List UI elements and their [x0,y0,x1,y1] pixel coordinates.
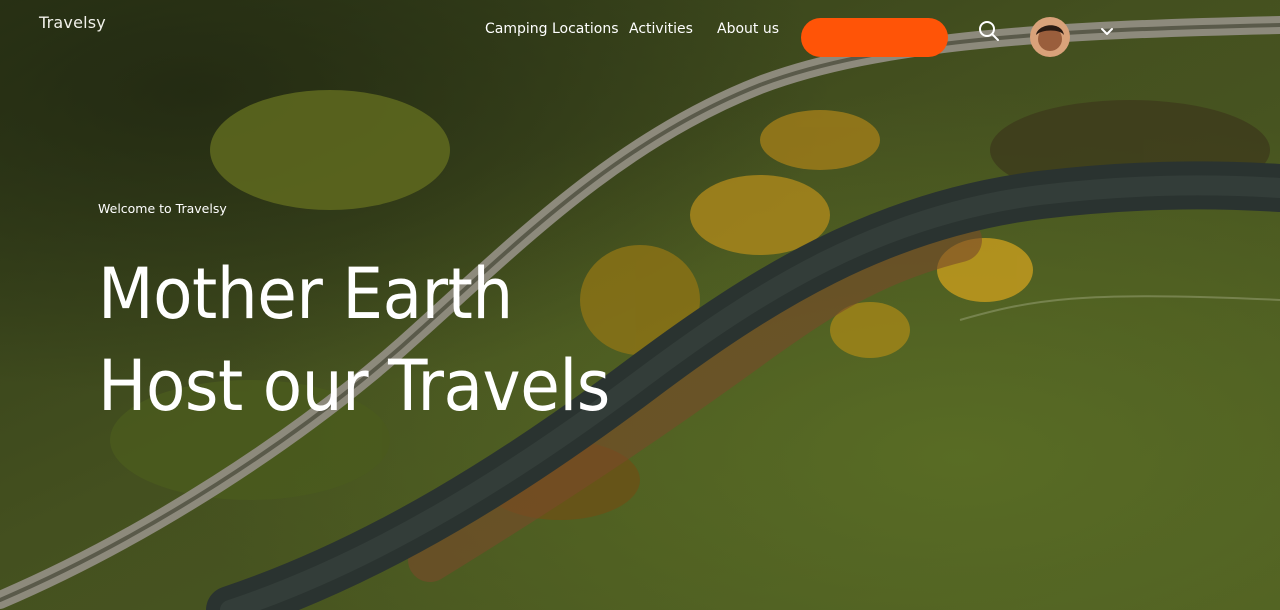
hero-headline-line-1: Mother Earth [98,253,513,335]
avatar[interactable] [1030,17,1070,57]
nav-link-about-us[interactable]: About us [717,21,779,37]
hero-section: Travelsy Camping Locations Activities Ab… [0,0,1280,610]
cta-button[interactable] [801,18,948,57]
hero-eyebrow: Welcome to Travelsy [98,201,227,216]
nav-link-activities[interactable]: Activities [629,21,693,37]
site-logo[interactable]: Travelsy [39,13,106,32]
hero-headline-line-2: Host our Travels [98,345,610,427]
nav-link-camping-locations[interactable]: Camping Locations [485,21,619,37]
search-icon[interactable] [977,19,1001,43]
hero-headline: Mother Earth Host our Travels [98,248,610,432]
chevron-down-icon[interactable] [1099,24,1115,38]
